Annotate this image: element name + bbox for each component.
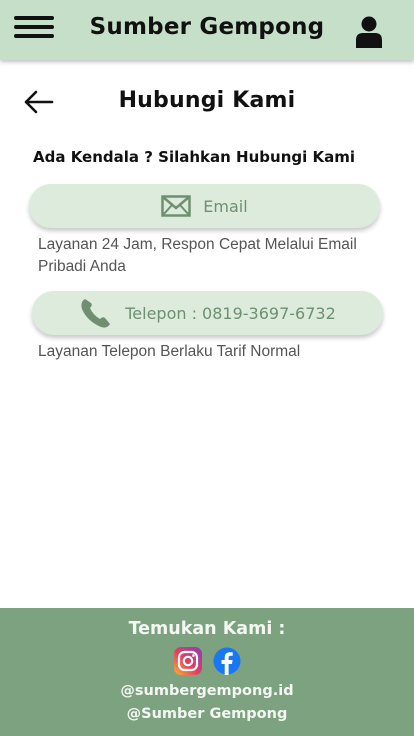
app-title: Sumber Gempong [89, 14, 325, 40]
instagram-handle[interactable]: @sumbergempong.id [0, 683, 414, 699]
footer-title: Temukan Kami : [128, 619, 286, 639]
email-description: Layanan 24 Jam, Respon Cepat Melalui Ema… [38, 236, 357, 275]
page-title: Hubungi Kami [118, 88, 296, 113]
phone-button[interactable]: Telepon : 0819-3697-6732 [32, 291, 383, 335]
email-button[interactable]: Email [29, 184, 380, 228]
phone-button-label: Telepon : 0819-3697-6732 [125, 303, 336, 323]
app-header: Sumber Gempong [0, 0, 414, 60]
phone-description: Layanan Telepon Berlaku Tarif Normal [38, 343, 301, 360]
facebook-icon[interactable] [213, 647, 241, 675]
envelope-icon [161, 195, 192, 217]
facebook-handle[interactable]: @Sumber Gempong [0, 706, 414, 722]
instagram-icon[interactable] [173, 647, 202, 675]
social-icons [0, 647, 414, 675]
phone-icon [79, 297, 113, 329]
contact-prompt: Ada Kendala ? Silahkan Hubungi Kami [33, 148, 356, 166]
user-icon[interactable] [354, 15, 384, 49]
footer: Temukan Kami : @sumbergempong.id @Sumber… [0, 608, 414, 736]
email-button-label: Email [203, 196, 248, 216]
